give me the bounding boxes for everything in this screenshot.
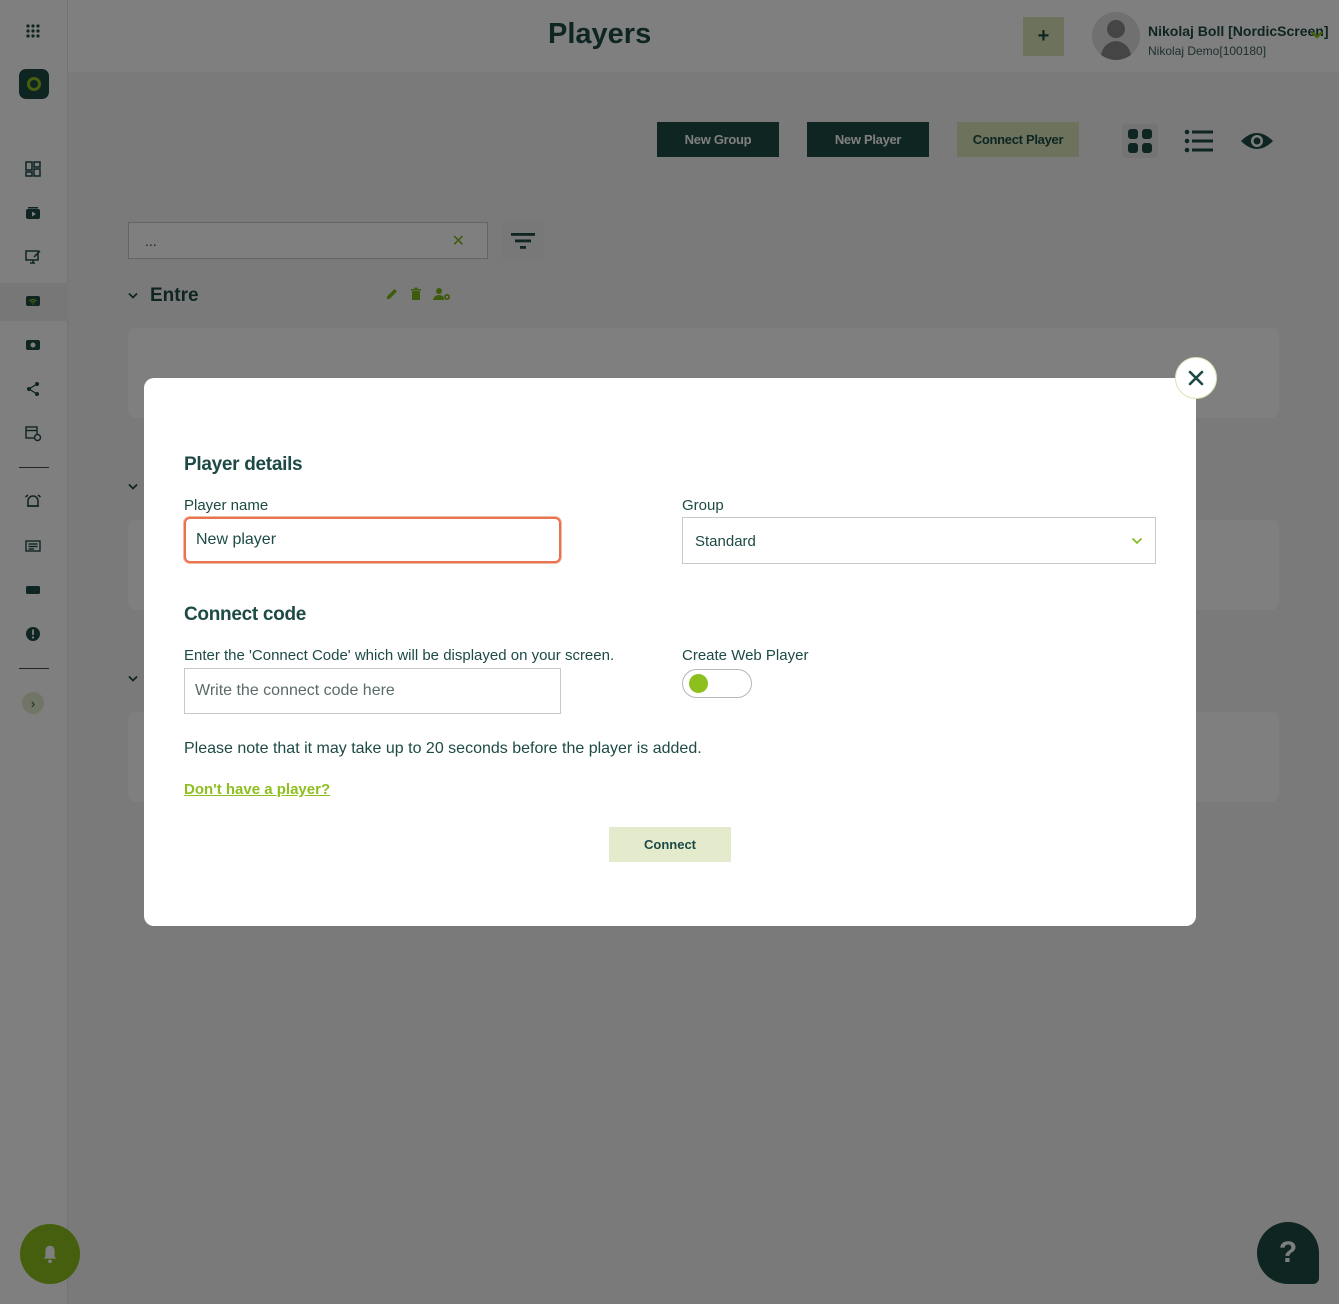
note-text: Please note that it may take up to 20 se… bbox=[184, 740, 702, 757]
connect-button[interactable]: Connect bbox=[609, 827, 731, 862]
group-select-value: Standard bbox=[695, 533, 756, 550]
connect-player-dialog: Player details Player name Group Standar… bbox=[144, 378, 1196, 926]
close-icon[interactable] bbox=[1175, 357, 1217, 399]
player-details-heading: Player details bbox=[184, 454, 303, 475]
web-player-label: Create Web Player bbox=[682, 647, 809, 664]
group-select[interactable]: Standard bbox=[682, 517, 1156, 564]
group-label: Group bbox=[682, 497, 724, 514]
web-player-toggle[interactable] bbox=[682, 669, 752, 698]
connect-code-heading: Connect code bbox=[184, 604, 307, 625]
connect-code-input[interactable] bbox=[184, 668, 561, 714]
toggle-knob bbox=[689, 674, 708, 693]
no-player-link[interactable]: Don't have a player? bbox=[184, 781, 330, 798]
chevron-down-icon bbox=[1131, 537, 1143, 545]
player-name-label: Player name bbox=[184, 497, 269, 514]
player-name-input[interactable] bbox=[184, 517, 561, 563]
connect-code-label: Enter the 'Connect Code' which will be d… bbox=[184, 647, 615, 664]
